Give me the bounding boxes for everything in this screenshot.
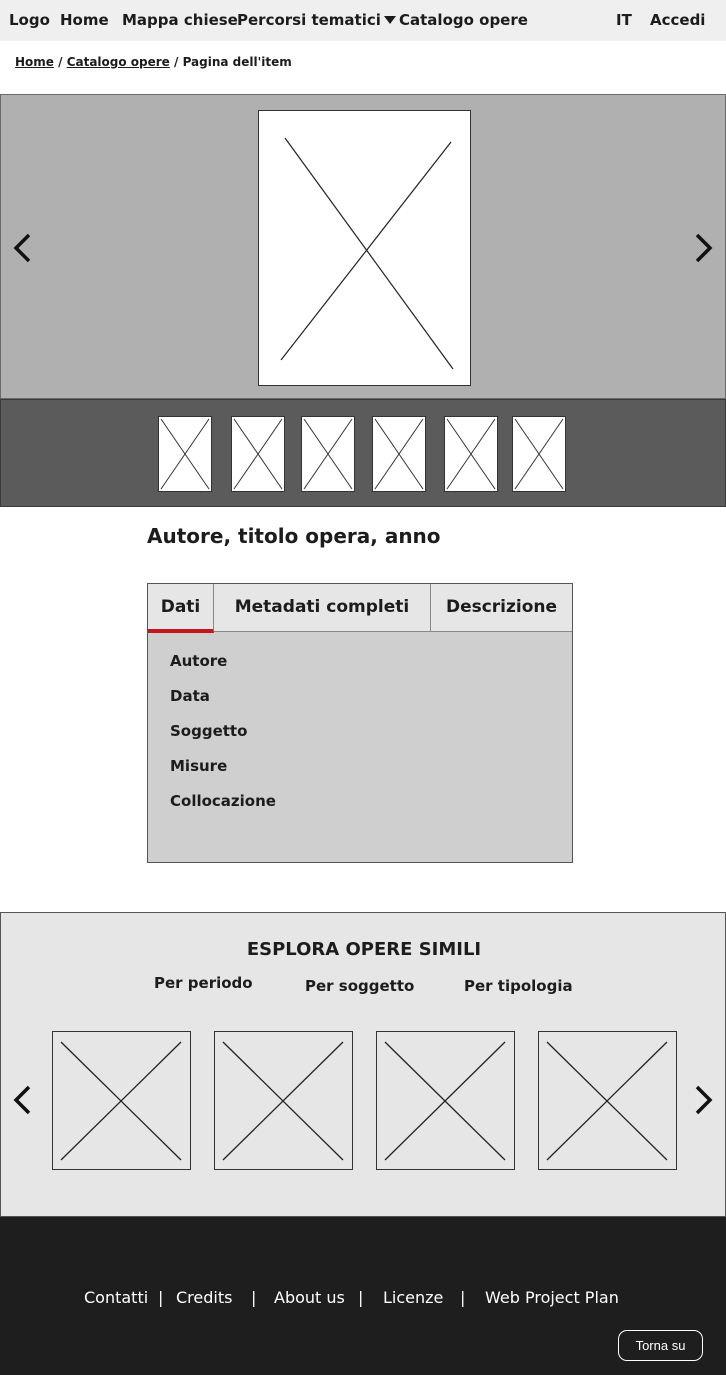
language-selector[interactable]: IT: [616, 11, 632, 29]
footer-link-licenze[interactable]: Licenze: [383, 1288, 443, 1307]
filter-per-periodo[interactable]: Per periodo: [154, 974, 253, 992]
breadcrumb: Home / Catalogo opere / Pagina dell'item: [15, 55, 292, 69]
thumbnail[interactable]: [158, 416, 212, 492]
main-image-placeholder: [258, 110, 471, 386]
thumbnail[interactable]: [372, 416, 426, 492]
similar-works-title: ESPLORA OPERE SIMILI: [246, 939, 482, 960]
footer: Contatti | Credits | About us | Licenze …: [0, 1217, 726, 1375]
breadcrumb-separator: /: [53, 55, 67, 69]
field-label: Collocazione: [170, 792, 276, 810]
nav-catalog-link[interactable]: Catalogo opere: [399, 11, 528, 29]
similar-work-card[interactable]: [376, 1031, 515, 1170]
tab-metadati-completi[interactable]: Metadati completi: [214, 584, 431, 632]
nav-themes-label: Percorsi tematici: [237, 11, 381, 29]
gallery-prev-icon[interactable]: [11, 231, 35, 265]
similar-prev-icon[interactable]: [11, 1083, 35, 1117]
tab-dati[interactable]: Dati: [148, 584, 214, 633]
footer-link-contatti[interactable]: Contatti: [84, 1288, 148, 1307]
logo[interactable]: Logo: [9, 11, 50, 29]
tab-bar: Dati Metadati completi Descrizione: [148, 584, 572, 633]
item-tabs-panel: Dati Metadati completi Descrizione Autor…: [147, 583, 573, 863]
caret-down-icon: [383, 15, 396, 24]
field-label: Data: [170, 687, 210, 705]
tab-descrizione[interactable]: Descrizione: [431, 584, 572, 632]
thumbnail[interactable]: [301, 416, 355, 492]
thumbnail[interactable]: [444, 416, 498, 492]
nav-home-link[interactable]: Home: [60, 11, 109, 29]
footer-separator: |: [158, 1288, 164, 1307]
field-label: Soggetto: [170, 722, 248, 740]
similar-work-card[interactable]: [214, 1031, 353, 1170]
similar-next-icon[interactable]: [691, 1083, 715, 1117]
top-navigation: Logo Home Mappa chiese Percorsi tematici…: [0, 0, 726, 41]
thumbnail-strip: [0, 399, 726, 507]
breadcrumb-home-link[interactable]: Home: [15, 55, 54, 69]
item-title: Autore, titolo opera, anno: [147, 524, 441, 548]
login-link[interactable]: Accedi: [650, 11, 705, 29]
footer-link-credits[interactable]: Credits: [176, 1288, 232, 1307]
similar-works-section: ESPLORA OPERE SIMILI Per periodo Per sog…: [0, 912, 726, 1217]
field-label: Misure: [170, 757, 228, 775]
footer-link-web-project-plan[interactable]: Web Project Plan: [485, 1288, 619, 1307]
footer-link-about-us[interactable]: About us: [274, 1288, 345, 1307]
tab-content: Autore Data Soggetto Misure Collocazione: [170, 652, 276, 827]
thumbnail[interactable]: [512, 416, 566, 492]
similar-work-card[interactable]: [538, 1031, 677, 1170]
filter-per-tipologia[interactable]: Per tipologia: [464, 977, 573, 995]
image-gallery: [0, 94, 726, 399]
similar-work-card[interactable]: [52, 1031, 191, 1170]
footer-separator: |: [358, 1288, 364, 1307]
breadcrumb-current: / Pagina dell'item: [169, 55, 292, 69]
back-to-top-button[interactable]: Torna su: [618, 1330, 703, 1361]
gallery-next-icon[interactable]: [691, 231, 715, 265]
footer-separator: |: [460, 1288, 466, 1307]
nav-themes-dropdown[interactable]: Percorsi tematici: [237, 11, 396, 29]
nav-map-link[interactable]: Mappa chiese: [122, 11, 238, 29]
footer-separator: |: [251, 1288, 257, 1307]
thumbnail[interactable]: [231, 416, 285, 492]
field-label: Autore: [170, 652, 228, 670]
filter-per-soggetto[interactable]: Per soggetto: [305, 977, 414, 995]
breadcrumb-catalog-link[interactable]: Catalogo opere: [67, 55, 170, 69]
